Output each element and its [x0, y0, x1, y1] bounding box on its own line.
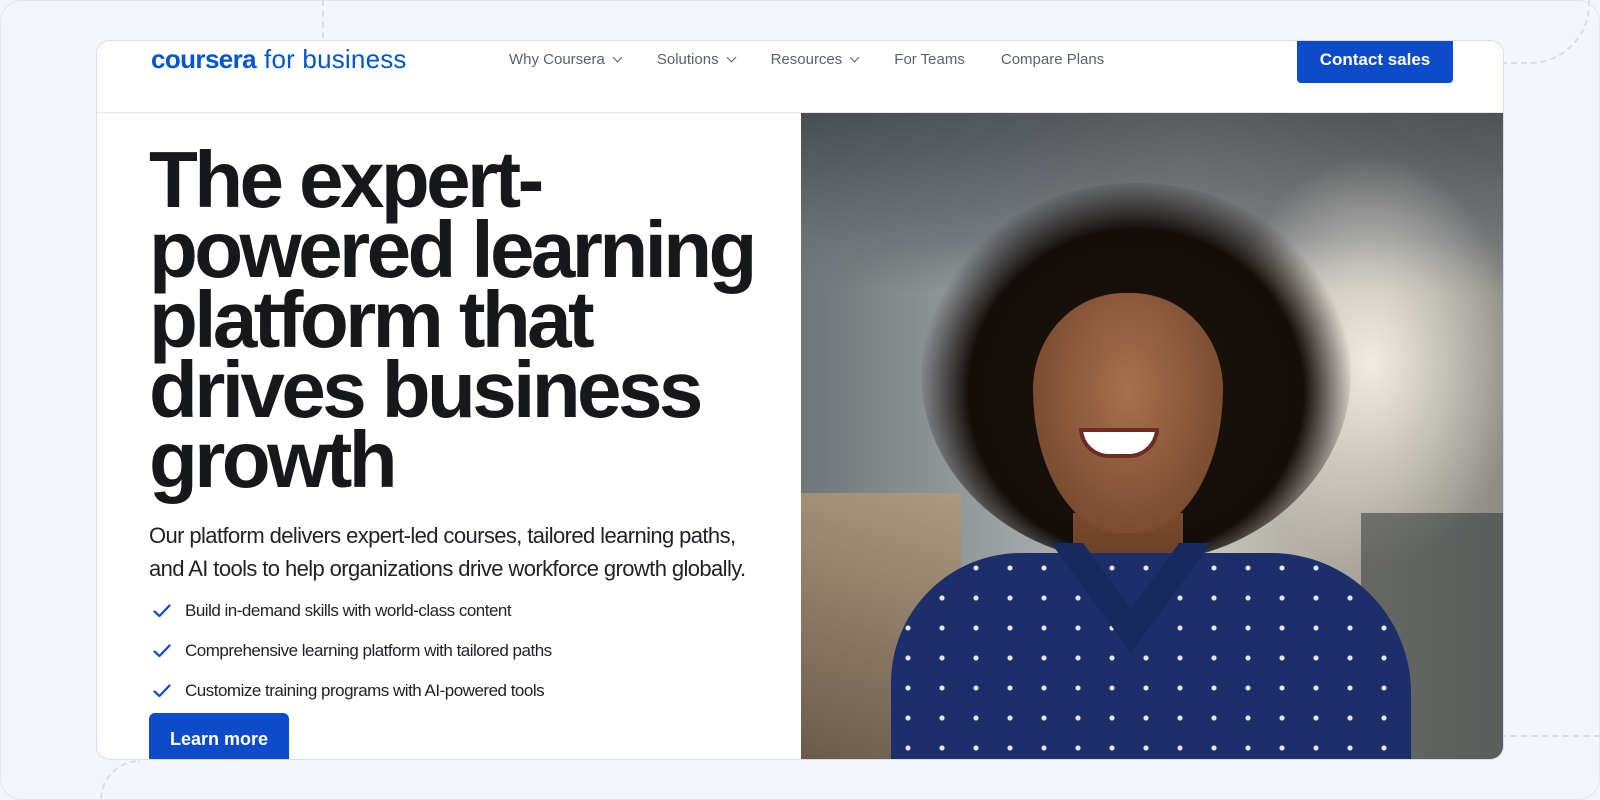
hero-content: The expert-powered learning platform tha… — [149, 135, 769, 711]
list-item: Comprehensive learning platform with tai… — [149, 631, 769, 671]
learn-more-button[interactable]: Learn more — [149, 713, 289, 759]
contact-sales-button[interactable]: Contact sales — [1297, 41, 1453, 83]
nav-item-label: Solutions — [656, 50, 719, 68]
hero-card: coursera for business Why Coursera Solut… — [96, 40, 1504, 760]
nav-item-label: Compare Plans — [1000, 50, 1105, 68]
checkmark-icon — [149, 684, 185, 698]
feature-list: Build in-demand skills with world-class … — [149, 591, 769, 711]
hero-subcopy: Our platform delivers expert-led courses… — [149, 523, 746, 581]
nav-item-compare-plans[interactable]: Compare Plans — [1001, 51, 1104, 68]
nav-item-resources[interactable]: Resources — [770, 50, 860, 68]
nav-links: Why Coursera Solutions Resources For Tea… — [509, 41, 1140, 77]
top-navigation: coursera for business Why Coursera Solut… — [97, 41, 1503, 113]
list-item-text: Comprehensive learning platform with tai… — [185, 641, 552, 660]
coursera-for-business-logo[interactable]: coursera for business — [151, 41, 407, 77]
nav-item-why-coursera[interactable]: Why Coursera — [509, 50, 623, 68]
list-item-text: Build in-demand skills with world-class … — [185, 601, 512, 620]
nav-item-label: Why Coursera — [509, 50, 605, 68]
chevron-down-icon — [726, 52, 737, 62]
nav-item-label: Resources — [770, 50, 843, 68]
nav-item-solutions[interactable]: Solutions — [656, 50, 737, 68]
logo-wordmark: coursera — [151, 44, 257, 74]
list-item-text: Customize training programs with AI-powe… — [185, 681, 545, 700]
nav-item-label: For Teams — [894, 50, 965, 68]
nav-item-for-teams[interactable]: For Teams — [894, 51, 965, 68]
logo-subtitle: for business — [264, 44, 407, 74]
hero-photo — [801, 113, 1503, 759]
decorative-dashed-line — [1500, 735, 1600, 737]
list-item: Customize training programs with AI-powe… — [149, 671, 769, 711]
chevron-down-icon — [849, 52, 860, 62]
list-item: Build in-demand skills with world-class … — [149, 591, 769, 631]
chevron-down-icon — [612, 52, 623, 62]
checkmark-icon — [149, 644, 185, 658]
checkmark-icon — [149, 604, 185, 618]
hero-headline: The expert-powered learning platform tha… — [149, 135, 757, 504]
